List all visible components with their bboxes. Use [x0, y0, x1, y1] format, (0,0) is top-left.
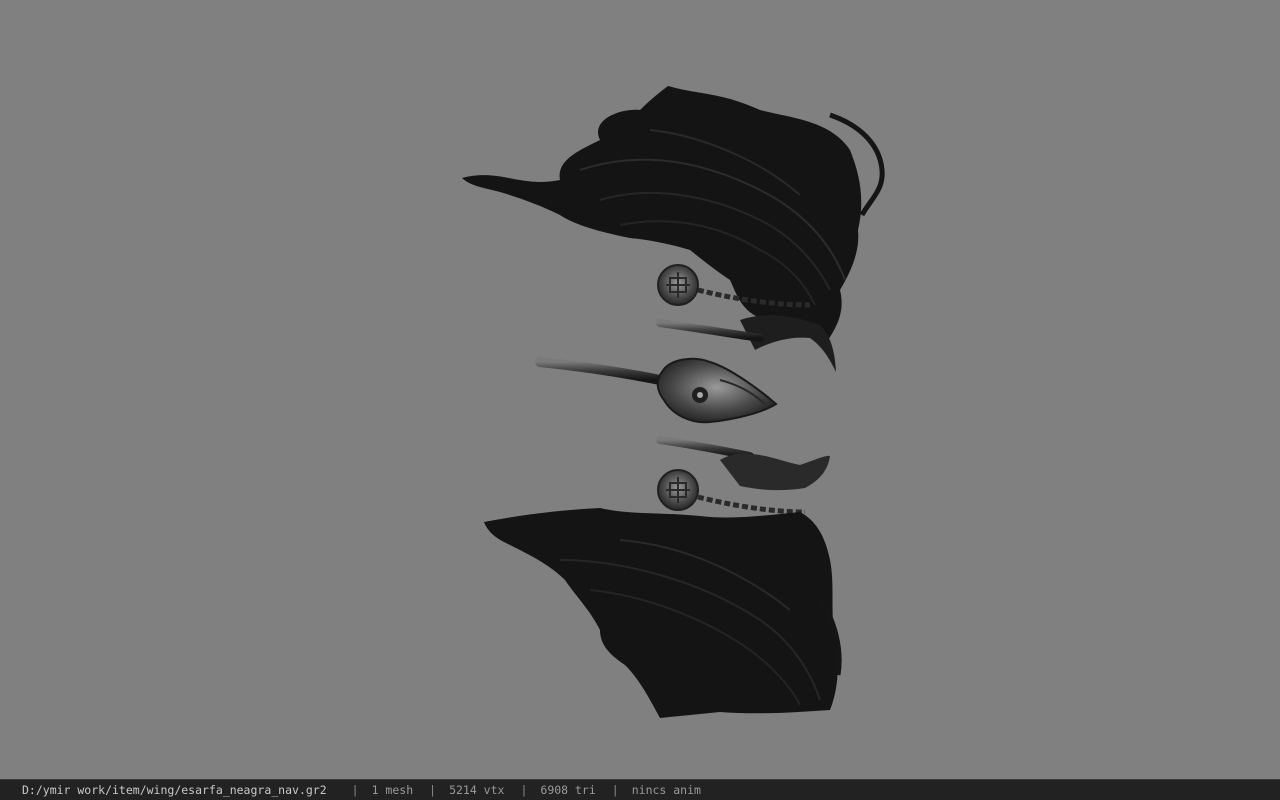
black-feather-wings-icon — [462, 86, 885, 718]
animation-status: nincs anim — [631, 783, 701, 797]
lower-wing-icon — [484, 436, 842, 718]
model-viewport[interactable] — [0, 0, 1280, 779]
vertex-count: 5214 vtx — [449, 783, 505, 797]
separator: | — [611, 783, 619, 797]
separator: | — [520, 783, 528, 797]
separator: | — [351, 783, 359, 797]
status-bar: D:/ymir work/item/wing/esarfa_neagra_nav… — [0, 779, 1280, 800]
mesh-count: 1 mesh — [371, 783, 414, 797]
triangle-count: 6908 tri — [540, 783, 596, 797]
file-path: D:/ymir work/item/wing/esarfa_neagra_nav… — [22, 783, 327, 797]
upper-wing-icon — [462, 86, 885, 372]
separator: | — [429, 783, 437, 797]
heart-ornament-icon — [535, 357, 778, 424]
